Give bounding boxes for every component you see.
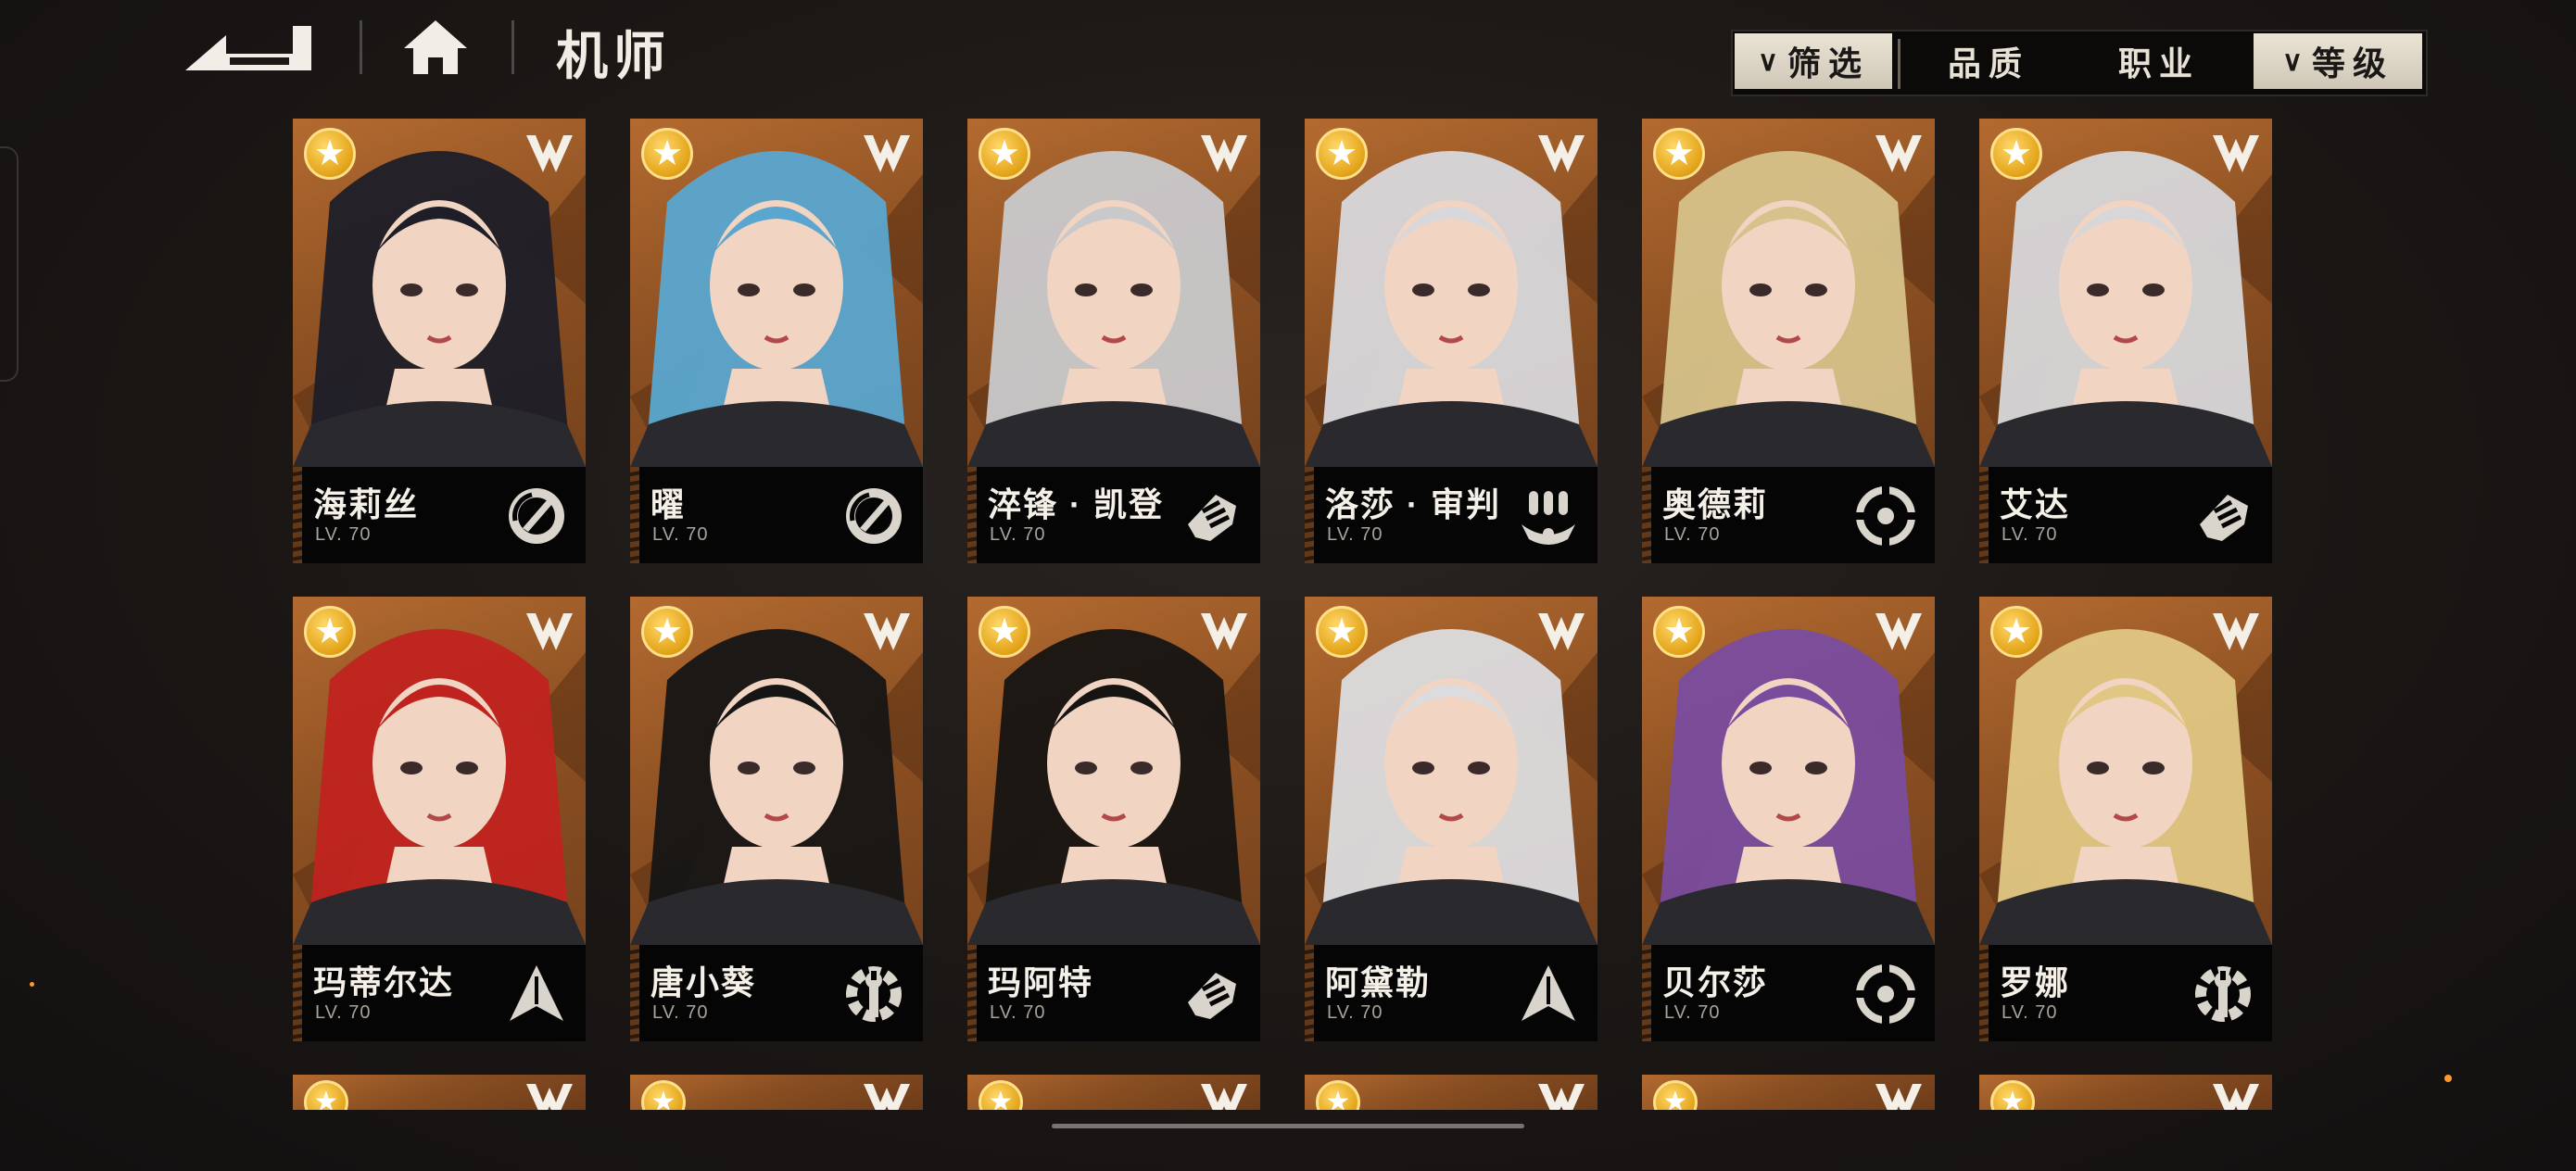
- nameplate: 唐小葵 LV. 70: [630, 945, 923, 1041]
- star-badge-icon: ★: [979, 128, 1030, 180]
- star-badge-icon: ★: [641, 128, 693, 180]
- star-badge-icon: ★: [1653, 1080, 1698, 1110]
- nameplate: 洛莎 · 审判 LV. 70: [1305, 467, 1597, 563]
- star-badge-icon: ★: [1316, 606, 1368, 658]
- missiles-icon: [1522, 491, 1575, 545]
- wrench-gear-icon: [2195, 966, 2251, 1022]
- nameplate: 曜 LV. 70: [630, 467, 923, 563]
- crosshair-icon: [1855, 485, 1916, 547]
- pilot-card[interactable]: ★ 玛阿特 LV. 70: [967, 597, 1260, 1041]
- star-badge-icon: ★: [1316, 1080, 1360, 1110]
- home-indicator: [1052, 1124, 1524, 1128]
- pilot-level: LV. 70: [990, 524, 1046, 545]
- pilot-card[interactable]: ★ 奥德莉 LV. 70: [1642, 119, 1935, 563]
- pilot-card[interactable]: ★: [293, 1075, 586, 1110]
- star-badge-icon: ★: [1316, 128, 1368, 180]
- pilot-level: LV. 70: [2001, 524, 2058, 545]
- pilot-card[interactable]: ★ 贝尔莎 LV. 70: [1642, 597, 1935, 1041]
- pilot-name: 罗娜: [2000, 963, 2071, 1001]
- star-badge-icon: ★: [979, 1080, 1023, 1110]
- pilot-level: LV. 70: [652, 524, 709, 545]
- pilot-name: 艾达: [2000, 485, 2071, 523]
- nameplate: 阿黛勒 LV. 70: [1305, 945, 1597, 1041]
- star-badge-icon: ★: [1990, 128, 2042, 180]
- star-badge-icon: ★: [304, 606, 356, 658]
- crosshair-icon: [1855, 963, 1916, 1025]
- arrowhead-icon: [510, 965, 563, 1021]
- star-badge-icon: ★: [979, 606, 1030, 658]
- star-badge-icon: ★: [1653, 128, 1705, 180]
- pilot-card[interactable]: ★ 曜 LV. 70: [630, 119, 923, 563]
- ember-particle: [2444, 1075, 2452, 1082]
- pilot-grid: ★ 海莉丝 LV. 70 ★ 曜 LV. 70 ★ 淬锋 · 凯登 LV. 70 ★ 洛莎 · 审判…: [0, 0, 2576, 1112]
- star-badge-icon: ★: [304, 128, 356, 180]
- arrowhead-icon: [1522, 965, 1575, 1021]
- gauge-icon: [509, 488, 564, 544]
- star-badge-icon: ★: [641, 606, 693, 658]
- nameplate: 海莉丝 LV. 70: [293, 467, 586, 563]
- fist-icon: [1188, 495, 1236, 541]
- pilot-name: 洛莎 · 审判: [1325, 485, 1501, 523]
- pilot-card[interactable]: ★ 唐小葵 LV. 70: [630, 597, 923, 1041]
- pilot-level: LV. 70: [1664, 524, 1721, 545]
- nameplate: 艾达 LV. 70: [1979, 467, 2272, 563]
- pilot-card[interactable]: ★ 玛蒂尔达 LV. 70: [293, 597, 586, 1041]
- pilot-name: 贝尔莎: [1662, 963, 1769, 1001]
- pilot-level: LV. 70: [315, 1002, 372, 1023]
- pilot-card[interactable]: ★ 阿黛勒 LV. 70: [1305, 597, 1597, 1041]
- nameplate: 玛阿特 LV. 70: [967, 945, 1260, 1041]
- fist-icon: [2200, 495, 2248, 541]
- nameplate: 玛蒂尔达 LV. 70: [293, 945, 586, 1041]
- pilot-card[interactable]: ★: [1305, 1075, 1597, 1110]
- pilot-card[interactable]: ★: [1979, 1075, 2272, 1110]
- fist-icon: [1188, 973, 1236, 1019]
- pilot-card[interactable]: ★ 淬锋 · 凯登 LV. 70: [967, 119, 1260, 563]
- pilot-name: 玛蒂尔达: [313, 963, 455, 1001]
- nameplate: 淬锋 · 凯登 LV. 70: [967, 467, 1260, 563]
- pilot-name: 奥德莉: [1662, 485, 1769, 523]
- wrench-gear-icon: [846, 966, 902, 1022]
- pilot-name: 海莉丝: [313, 485, 420, 523]
- pilot-level: LV. 70: [1327, 524, 1383, 545]
- pilot-card[interactable]: ★: [1642, 1075, 1935, 1110]
- star-badge-icon: ★: [1990, 1080, 2035, 1110]
- pilot-name: 唐小葵: [650, 963, 757, 1001]
- pilot-card[interactable]: ★ 罗娜 LV. 70: [1979, 597, 2272, 1041]
- star-badge-icon: ★: [641, 1080, 686, 1110]
- gauge-icon: [846, 488, 902, 544]
- star-badge-icon: ★: [304, 1080, 348, 1110]
- pilot-level: LV. 70: [315, 524, 372, 545]
- star-badge-icon: ★: [1653, 606, 1705, 658]
- pilot-card[interactable]: ★ 洛莎 · 审判 LV. 70: [1305, 119, 1597, 563]
- pilot-level: LV. 70: [2001, 1002, 2058, 1023]
- pilot-level: LV. 70: [1327, 1002, 1383, 1023]
- nameplate: 罗娜 LV. 70: [1979, 945, 2272, 1041]
- nameplate: 奥德莉 LV. 70: [1642, 467, 1935, 563]
- star-badge-icon: ★: [1990, 606, 2042, 658]
- pilot-card[interactable]: ★: [967, 1075, 1260, 1110]
- nameplate: 贝尔莎 LV. 70: [1642, 945, 1935, 1041]
- pilot-name: 淬锋 · 凯登: [988, 485, 1164, 523]
- pilot-level: LV. 70: [652, 1002, 709, 1023]
- ember-particle: [30, 982, 34, 987]
- pilot-name: 玛阿特: [988, 963, 1094, 1001]
- pilot-name: 阿黛勒: [1325, 963, 1432, 1001]
- pilot-card[interactable]: ★ 海莉丝 LV. 70: [293, 119, 586, 563]
- pilot-name: 曜: [650, 485, 687, 523]
- pilot-level: LV. 70: [990, 1002, 1046, 1023]
- pilot-card[interactable]: ★ 艾达 LV. 70: [1979, 119, 2272, 563]
- pilot-level: LV. 70: [1664, 1002, 1721, 1023]
- pilot-card[interactable]: ★: [630, 1075, 923, 1110]
